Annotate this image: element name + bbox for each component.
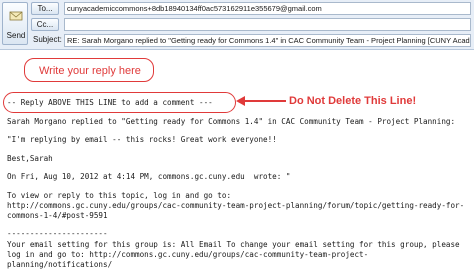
body-line: commons-1-4/#post-9591 <box>7 211 108 220</box>
body-line: On Fri, Aug 10, 2012 at 4:14 PM, commons… <box>7 172 291 181</box>
send-button[interactable]: Send <box>2 2 28 45</box>
reply-separator-line: -- Reply ABOVE THIS LINE to add a commen… <box>7 98 213 107</box>
do-not-delete-callout: Do Not Delete This Line! <box>289 95 417 107</box>
subject-label: Subject: <box>33 35 62 44</box>
body-line: Sarah Morgano replied to "Getting ready … <box>7 117 456 126</box>
send-label: Send <box>6 31 26 40</box>
cc-button[interactable]: Cc... <box>31 18 59 31</box>
cc-field[interactable] <box>64 18 471 31</box>
subject-field[interactable]: RE: Sarah Morgano replied to "Getting re… <box>64 34 471 47</box>
send-envelope-icon <box>9 11 23 21</box>
arrow-left-icon <box>236 96 286 106</box>
body-line: Best,Sarah <box>7 154 53 163</box>
body-line: "I'm replying by email -- this rocks! Gr… <box>7 135 277 144</box>
body-line: http://commons.gc.cuny.edu/groups/cac-co… <box>7 201 465 210</box>
to-button[interactable]: To... <box>31 2 59 15</box>
body-line: planning/notifications/ <box>7 260 113 269</box>
compose-header: Send To... cunyacademiccommons+8db189401… <box>0 0 474 50</box>
reply-hint-callout: Write your reply here <box>24 58 154 82</box>
to-field[interactable]: cunyacademiccommons+8db18940134ff0ac5731… <box>64 2 471 15</box>
body-line: log in and go to: http://commons.gc.cuny… <box>7 250 369 259</box>
body-line: To view or reply to this topic, log in a… <box>7 191 232 200</box>
body-line: ---------------------- <box>7 229 108 238</box>
body-line: Your email setting for this group is: Al… <box>7 240 460 249</box>
